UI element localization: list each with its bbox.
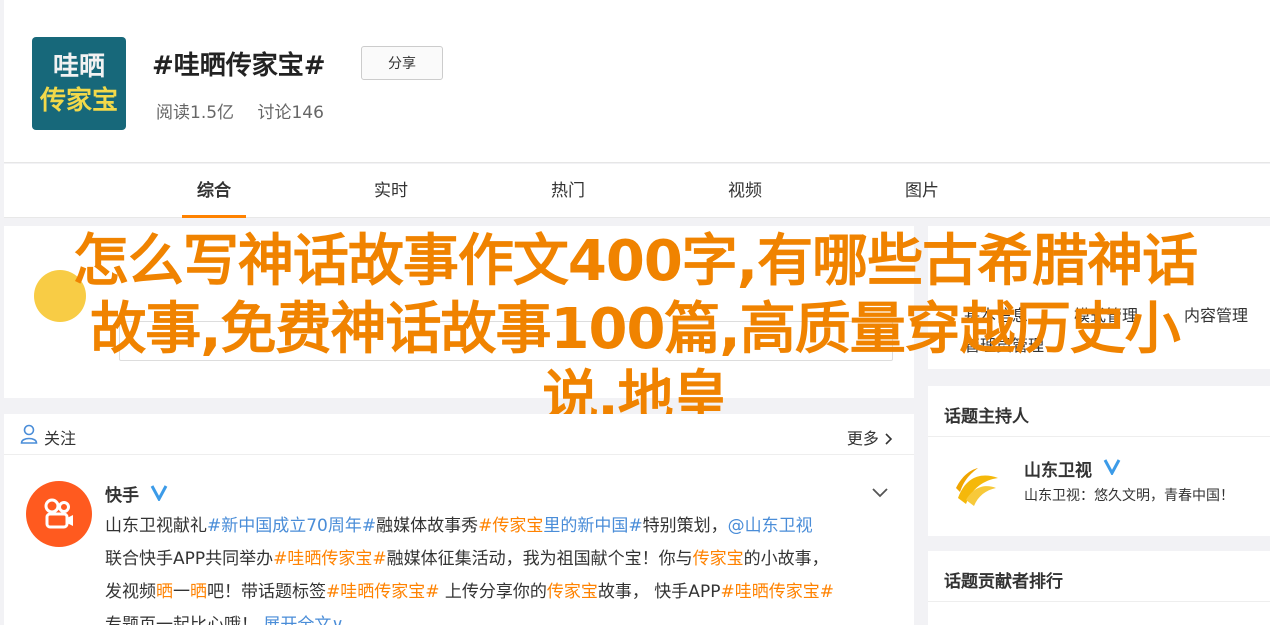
tab-realtime[interactable]: 实时 <box>359 164 423 218</box>
post-text-segment: 联合快手APP共同举办 <box>105 549 274 569</box>
divider <box>928 436 1270 437</box>
ranking-card: 话题贡献者排行 <box>928 551 1270 625</box>
discussion-count: 讨论146 <box>257 103 324 123</box>
topic-header: 哇晒 传家宝 #哇晒传家宝# 分享 阅读1.5亿 讨论146 <box>4 0 1270 163</box>
hashtag-link[interactable]: #哇晒传家宝# <box>273 549 387 569</box>
share-button[interactable]: 分享 <box>361 46 443 80</box>
logo-line1: 哇晒 <box>52 51 105 82</box>
verified-icon <box>150 485 168 501</box>
tab-overview[interactable]: 综合 <box>182 164 246 218</box>
post-text-segment: 的小故事， <box>743 549 829 569</box>
post-text-segment: 山东卫视献礼 <box>105 516 207 536</box>
host-description: 山东卫视：悠久文明，青春中国！ <box>1024 488 1234 504</box>
hashtag-link[interactable]: #哇晒传家宝# <box>720 582 834 602</box>
logo-line2: 传家宝 <box>39 85 118 116</box>
tab-bar: 综合 实时 热门 视频 图片 <box>4 164 1270 218</box>
post-text-segment: 发视频 <box>105 582 156 602</box>
hashtag-link[interactable]: 晒 <box>156 582 173 602</box>
post-line: 山东卫视献礼#新中国成立70周年#融媒体故事秀#传家宝里的新中国#特别策划，@山… <box>105 510 895 543</box>
topic-title: #哇晒传家宝# <box>152 51 326 81</box>
video-camera-icon <box>44 498 73 529</box>
post-line: 发视频晒一晒吧！带话题标签#哇晒传家宝# 上传分享你的传家宝故事， 快手APP#… <box>105 576 895 609</box>
more-label: 更多 <box>846 429 879 448</box>
post-text: 山东卫视献礼#新中国成立70周年#融媒体故事秀#传家宝里的新中国#特别策划，@山… <box>105 510 895 625</box>
overlay-title-line2: 故事,免费神话故事100篇,高质量穿越历史小 <box>90 297 1180 362</box>
hashtag-link[interactable]: #哇晒传家宝# <box>326 582 440 602</box>
post-author[interactable]: 快手 <box>105 481 139 506</box>
post-text-segment: 特别策划， <box>642 516 728 536</box>
topic-logo: 哇晒 传家宝 <box>32 37 126 130</box>
host-section-title: 话题主持人 <box>944 407 1029 427</box>
read-count: 阅读1.5亿 <box>156 103 235 123</box>
hashtag-link[interactable]: 晒 <box>190 582 207 602</box>
user-icon <box>20 424 38 444</box>
hashtag-link[interactable]: #传家宝 <box>478 516 543 536</box>
post-text-segment: 一 <box>173 582 190 602</box>
chevron-down-icon[interactable] <box>872 486 888 498</box>
tab-video[interactable]: 视频 <box>713 164 777 218</box>
hashtag-link[interactable]: 里的新中国# <box>543 516 642 536</box>
overlay-title-line1: 怎么写神话故事作文400字,有哪些古希腊神话 <box>72 229 1198 294</box>
tab-hot[interactable]: 热门 <box>536 164 600 218</box>
mention-link[interactable]: @山东卫视 <box>728 516 813 536</box>
hashtag-link[interactable]: 展开全文∨ <box>258 615 343 625</box>
hashtag-link[interactable]: 传家宝 <box>547 582 598 602</box>
follow-tab[interactable]: 关注 <box>44 425 76 449</box>
verified-icon <box>1103 459 1121 475</box>
feed-card: 关注 更多 快手 山东卫视献礼#新中国成立70周年#融媒体故事秀#传家宝里的新中… <box>4 414 914 625</box>
chevron-right-icon <box>885 433 893 445</box>
more-link[interactable]: 更多 <box>847 425 894 449</box>
post-line: 专题页一起比心哦！ 展开全文∨ <box>105 609 895 625</box>
post-text-segment: 融媒体故事秀 <box>376 516 479 536</box>
host-name[interactable]: 山东卫视 <box>1024 456 1092 481</box>
post-text-segment: 吧！带话题标签 <box>207 582 326 602</box>
shandong-tv-logo-icon <box>956 468 998 506</box>
host-avatar[interactable] <box>948 458 1004 514</box>
host-card: 话题主持人 山东卫视 山东卫视：悠久文明，青春中国！ <box>928 386 1270 536</box>
divider <box>928 601 1270 602</box>
tab-images[interactable]: 图片 <box>890 164 954 218</box>
post-text-segment: 上传分享你的 <box>439 582 547 602</box>
hashtag-link[interactable]: 传家宝 <box>693 549 744 569</box>
post-text-segment: 融媒体征集活动，我为祖国献个宝！你与 <box>386 549 693 569</box>
hashtag-link[interactable]: #新中国成立70周年# <box>207 516 376 536</box>
feed-header: 关注 更多 <box>4 414 914 455</box>
post-line: 联合快手APP共同举办#哇晒传家宝#融媒体征集活动，我为祖国献个宝！你与传家宝的… <box>105 543 895 576</box>
post-text-segment: 专题页一起比心哦！ <box>105 615 258 625</box>
avatar[interactable] <box>26 481 92 547</box>
topic-stats: 阅读1.5亿 讨论146 <box>156 98 342 123</box>
ranking-section-title: 话题贡献者排行 <box>944 572 1063 592</box>
post-text-segment: 故事， 快手APP <box>597 582 721 602</box>
